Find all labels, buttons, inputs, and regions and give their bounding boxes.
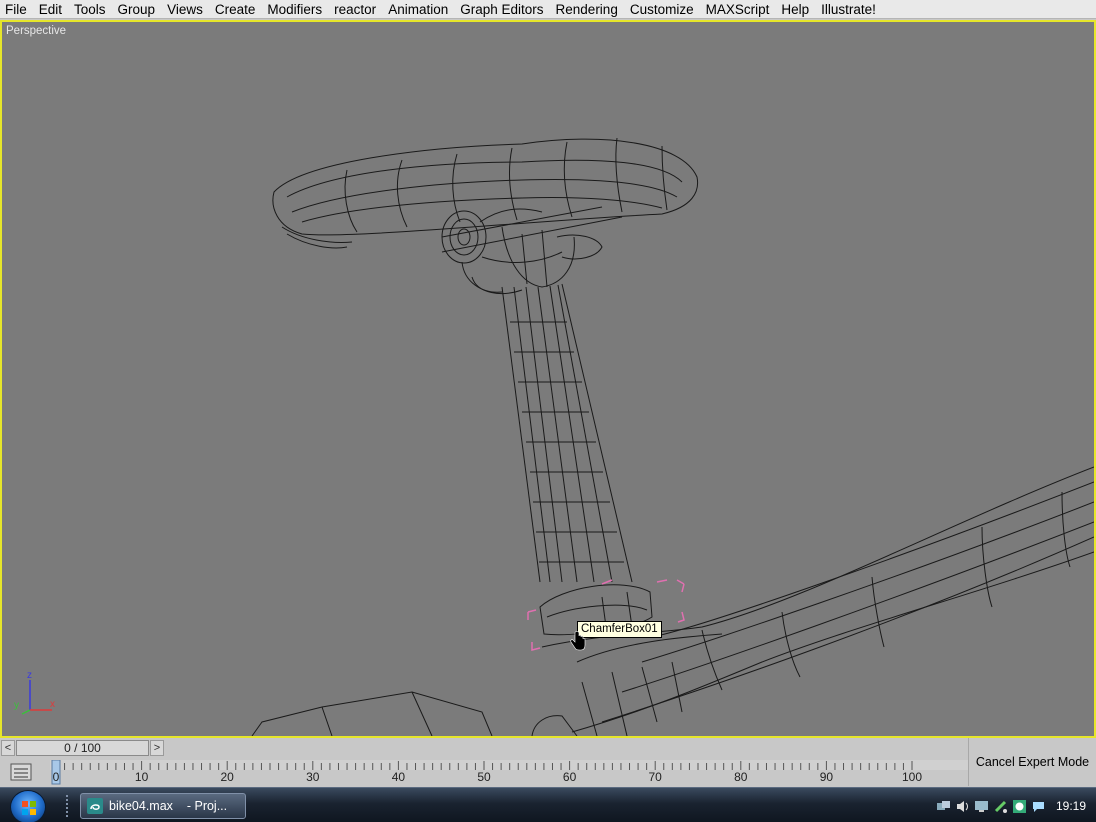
ruler-label: 0 [52,770,60,784]
menu-group[interactable]: Group [112,0,162,19]
messenger-icon[interactable] [1031,799,1046,814]
ruler-label: 10 [134,770,149,784]
axis-x-label: x [50,699,55,710]
menu-maxscript[interactable]: MAXScript [700,0,776,19]
ruler-label: 70 [648,770,662,784]
menu-tools[interactable]: Tools [68,0,112,19]
ruler-label: 50 [477,770,491,784]
menu-reactor[interactable]: reactor [328,0,382,19]
track-bar: 0 10 20 30 40 50 60 70 80 90 100 [0,758,968,786]
seat-post-mesh [501,283,633,583]
start-button[interactable] [10,790,46,822]
display-icon[interactable] [974,799,989,814]
time-slider[interactable]: 0 / 100 [16,740,149,756]
taskbar-app-button[interactable]: bike04.max - Proj... [80,793,246,819]
ruler-label: 60 [562,770,577,784]
object-tooltip: ChamferBox01 [577,621,662,638]
menu-modifiers[interactable]: Modifiers [261,0,328,19]
taskbar-clock: 19:19 [1055,799,1086,813]
mini-curve-editor-icon[interactable] [10,763,32,781]
next-frame-button[interactable]: > [150,740,164,756]
ruler-label: 80 [734,770,748,784]
menu-views[interactable]: Views [161,0,209,19]
ruler-label: 20 [220,770,234,784]
menu-edit[interactable]: Edit [33,0,68,19]
axis-z-label: z [27,670,32,681]
axis-gizmo-icon: z y x [14,670,55,715]
menu-bar: File Edit Tools Group Views Create Modif… [0,0,1096,19]
menu-create[interactable]: Create [209,0,262,19]
menu-file[interactable]: File [0,0,33,19]
perspective-viewport[interactable]: Perspective ChamferBox01 z y x [0,20,1096,738]
cancel-expert-mode-button[interactable]: Cancel Expert Mode [968,738,1096,786]
wireframe-scene[interactable] [2,22,1094,736]
ruler-label: 40 [391,770,406,784]
hand-cursor-icon [570,631,586,651]
windows-taskbar: bike04.max - Proj... 19:19 [0,787,1096,822]
volume-icon[interactable] [955,799,970,814]
security-icon[interactable] [1012,799,1027,814]
menu-illustrate[interactable]: Illustrate! [815,0,882,19]
ruler-label: 100 [901,770,923,784]
menu-help[interactable]: Help [775,0,815,19]
menu-graph-editors[interactable]: Graph Editors [454,0,549,19]
safely-remove-icon[interactable] [993,799,1008,814]
axis-y-label: y [14,700,19,711]
menu-customize[interactable]: Customize [624,0,700,19]
bottom-box-mesh [251,691,578,736]
ruler-label: 90 [819,770,834,784]
taskbar-app-project: - Proj... [186,799,228,813]
frame-tube-mesh [541,466,1094,736]
3dsmax-icon [87,798,103,814]
network-icon[interactable] [936,799,951,814]
system-tray: 19:19 [936,793,1096,819]
taskbar-grip[interactable] [66,795,70,817]
prev-frame-button[interactable]: < [1,740,15,756]
taskbar-app-file: bike04.max [109,799,173,813]
windows-logo-icon [22,801,36,815]
ruler-label: 30 [306,770,320,784]
time-slider-bar: < 0 / 100 > [0,738,968,758]
menu-rendering[interactable]: Rendering [550,0,624,19]
seat-clamp-mesh [441,206,623,295]
menu-animation[interactable]: Animation [382,0,454,19]
